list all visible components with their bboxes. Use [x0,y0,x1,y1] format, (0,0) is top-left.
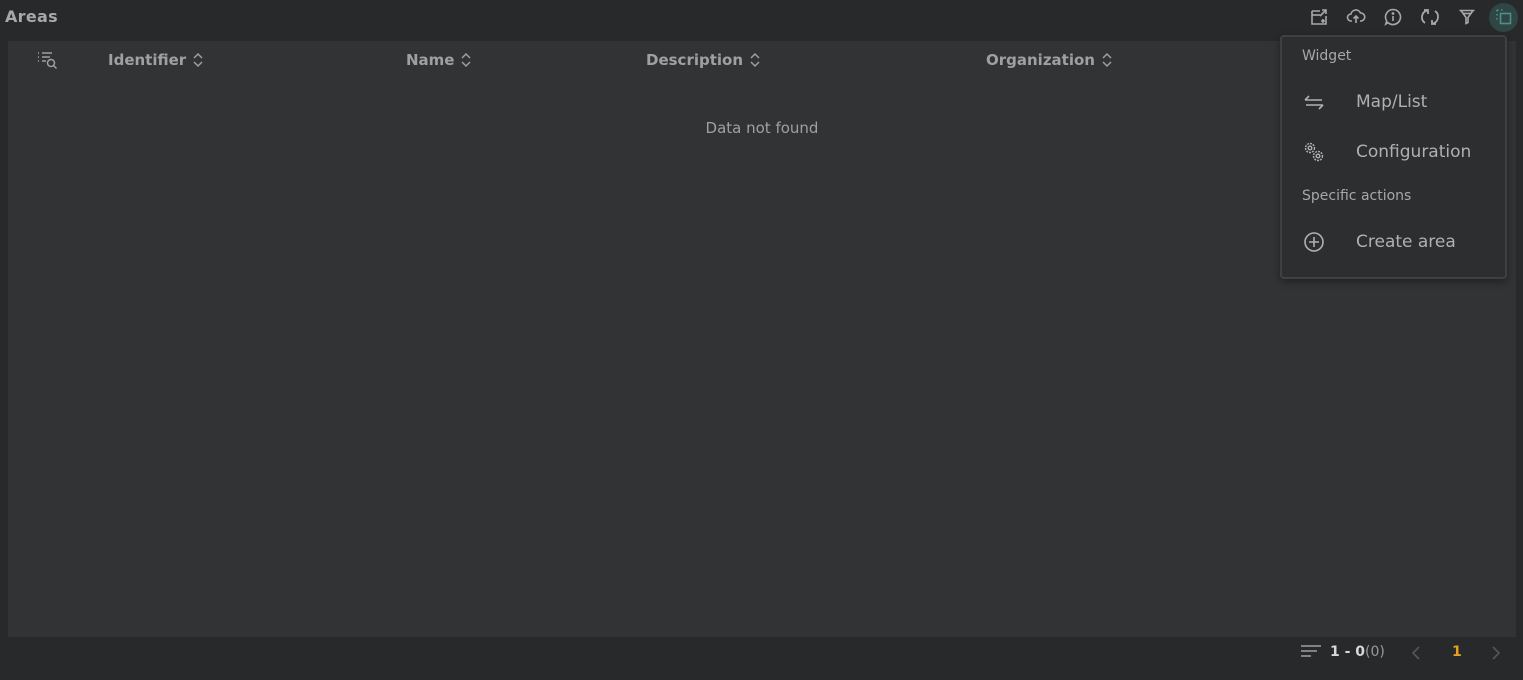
sort-icon [1102,52,1112,68]
upload-button[interactable] [1341,3,1370,32]
menu-section-specific-actions: Specific actions [1302,188,1412,204]
menu-item-label: Create area [1356,232,1456,252]
menu-item-label: Map/List [1356,92,1428,112]
total-count: (0) [1365,644,1385,660]
page-title: Areas [5,7,58,26]
swap-arrows-icon [1304,95,1324,110]
widget-dropdown-menu: Widget Map/List Configuration Specific a… [1280,35,1507,279]
export-icon [1310,9,1327,25]
menu-item-configuration[interactable]: Configuration [1282,134,1505,170]
column-search-icon[interactable] [36,50,58,70]
rows-per-page-icon[interactable] [1300,643,1322,659]
next-page-icon[interactable] [1489,644,1503,662]
gears-icon [1304,142,1324,162]
widget-menu-icon [1495,9,1511,25]
current-page[interactable]: 1 [1452,644,1462,660]
column-header-name[interactable]: Name [406,51,472,69]
menu-item-label: Configuration [1356,142,1472,162]
column-label: Identifier [108,51,187,69]
sort-icon [461,52,472,68]
column-header-description[interactable]: Description [646,51,761,69]
sort-icon [750,52,760,68]
sort-icon [193,52,203,68]
filter-button[interactable] [1452,3,1481,32]
column-header-identifier[interactable]: Identifier [108,51,204,69]
menu-section-widget: Widget [1302,48,1352,64]
previous-page-icon[interactable] [1409,644,1423,662]
column-label: Organization [986,51,1095,69]
upload-cloud-icon [1346,9,1366,23]
range-text: 1 - 0 [1330,644,1366,660]
export-button[interactable] [1304,3,1333,32]
column-header-organization[interactable]: Organization [986,51,1113,69]
column-label: Name [406,51,455,69]
info-icon [1383,8,1401,26]
refresh-icon [1420,9,1439,25]
info-button[interactable] [1378,3,1407,32]
plus-circle-icon [1304,232,1324,252]
widget-menu-button[interactable] [1489,2,1518,32]
pagination-range: 1 - 0(0) [1330,644,1385,660]
menu-item-create-area[interactable]: Create area [1282,224,1505,260]
toolbar [1304,2,1518,32]
pagination: 1 - 0(0) 1 [1263,638,1523,670]
filter-icon [1459,9,1474,25]
menu-item-map-list[interactable]: Map/List [1282,84,1505,120]
column-label: Description [646,51,744,69]
refresh-button[interactable] [1415,3,1444,32]
